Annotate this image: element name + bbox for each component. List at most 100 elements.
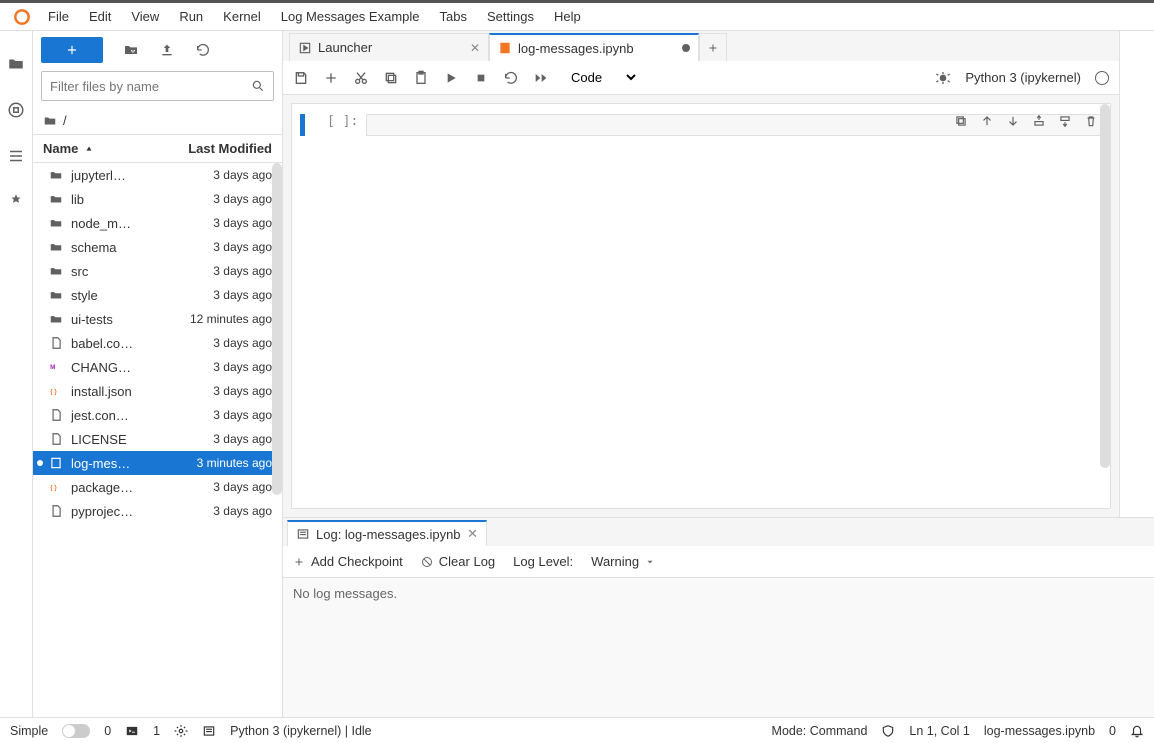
kernels-count[interactable]: 1 [153, 724, 160, 738]
run-icon[interactable] [443, 70, 459, 86]
simple-toggle[interactable] [62, 724, 90, 738]
notification-count[interactable]: 0 [1109, 724, 1116, 738]
menu-run[interactable]: Run [169, 5, 213, 28]
menu-kernel[interactable]: Kernel [213, 5, 271, 28]
toc-icon[interactable] [7, 147, 25, 165]
breadcrumb[interactable]: / [33, 107, 282, 135]
paste-icon[interactable] [413, 70, 429, 86]
close-icon[interactable]: ✕ [470, 41, 480, 55]
file-row[interactable]: LICENSE3 days ago [33, 427, 282, 451]
add-tab-button[interactable] [699, 33, 727, 61]
insert-below-icon[interactable] [1058, 114, 1072, 128]
file-list-header: Name Last Modified [33, 135, 282, 163]
file-row[interactable]: MCHANG…3 days ago [33, 355, 282, 379]
bell-icon[interactable] [1130, 724, 1144, 738]
column-name-label[interactable]: Name [43, 141, 78, 156]
insert-above-icon[interactable] [1032, 114, 1046, 128]
tab-launcher[interactable]: Launcher ✕ [289, 33, 489, 61]
duplicate-icon[interactable] [954, 114, 968, 128]
file-modified: 3 days ago [162, 432, 272, 446]
list-icon [296, 527, 310, 541]
notebook-toolbar: Code Python 3 (ipykernel) [283, 61, 1119, 95]
file-name: jupyterl… [71, 168, 162, 183]
copy-icon[interactable] [383, 70, 399, 86]
terminal-icon[interactable] [125, 724, 139, 738]
file-row[interactable]: { }package…3 days ago [33, 475, 282, 499]
running-dot-icon [37, 316, 43, 322]
delete-icon[interactable] [1084, 114, 1098, 128]
file-browser: / Name Last Modified jupyterl…3 days ago… [33, 31, 283, 717]
refresh-icon[interactable] [195, 42, 211, 58]
file-row[interactable]: pyprojec…3 days ago [33, 499, 282, 523]
move-up-icon[interactable] [980, 114, 994, 128]
upload-icon[interactable] [159, 42, 175, 58]
file-modified: 3 days ago [162, 480, 272, 494]
column-modified-label[interactable]: Last Modified [152, 141, 272, 156]
file-row[interactable]: schema3 days ago [33, 235, 282, 259]
file-name: schema [71, 240, 162, 255]
move-down-icon[interactable] [1006, 114, 1020, 128]
log-tab[interactable]: Log: log-messages.ipynb ✕ [287, 520, 487, 546]
file-row[interactable]: { }install.json3 days ago [33, 379, 282, 403]
menu-file[interactable]: File [38, 5, 79, 28]
running-dot-icon [37, 196, 43, 202]
mode-label[interactable]: Mode: Command [772, 724, 868, 738]
running-dot-icon [37, 268, 43, 274]
notebook-body: [ ]: [291, 103, 1111, 509]
file-row[interactable]: src3 days ago [33, 259, 282, 283]
file-row[interactable]: style3 days ago [33, 283, 282, 307]
scrollbar[interactable] [1100, 104, 1110, 468]
file-modified: 3 days ago [162, 360, 272, 374]
kernel-status[interactable]: Python 3 (ipykernel) | Idle [230, 724, 372, 738]
fast-forward-icon[interactable] [533, 70, 549, 86]
clear-log-button[interactable]: Clear Log [421, 554, 495, 569]
add-checkpoint-button[interactable]: Add Checkpoint [293, 554, 403, 569]
file-modified: 12 minutes ago [162, 312, 272, 326]
restart-icon[interactable] [503, 70, 519, 86]
new-folder-icon[interactable] [123, 42, 139, 58]
scrollbar[interactable] [272, 163, 282, 495]
cut-icon[interactable] [353, 70, 369, 86]
file-row[interactable]: babel.co…3 days ago [33, 331, 282, 355]
file-modified: 3 days ago [162, 192, 272, 206]
file-row[interactable]: node_m…3 days ago [33, 211, 282, 235]
close-icon[interactable]: ✕ [467, 526, 478, 542]
stop-icon[interactable] [473, 70, 489, 86]
extensions-icon[interactable] [7, 193, 25, 211]
save-icon[interactable] [293, 70, 309, 86]
sort-asc-icon[interactable] [84, 144, 94, 154]
file-row[interactable]: jest.con…3 days ago [33, 403, 282, 427]
bug-icon[interactable] [935, 70, 951, 86]
trust-icon[interactable] [881, 724, 895, 738]
menu-settings[interactable]: Settings [477, 5, 544, 28]
terminals-count[interactable]: 0 [104, 724, 111, 738]
menu-tabs[interactable]: Tabs [430, 5, 477, 28]
folder-icon[interactable] [7, 55, 25, 73]
file-row[interactable]: log-mes…3 minutes ago [33, 451, 282, 475]
tab-notebook[interactable]: log-messages.ipynb [489, 33, 699, 61]
file-row[interactable]: ui-tests12 minutes ago [33, 307, 282, 331]
log-level-select[interactable]: Warning [591, 554, 655, 569]
add-cell-icon[interactable] [323, 70, 339, 86]
file-name: CHANG… [71, 360, 162, 375]
filter-input[interactable] [50, 79, 251, 94]
menu-view[interactable]: View [121, 5, 169, 28]
list-icon[interactable] [202, 724, 216, 738]
menu-log-messages-example[interactable]: Log Messages Example [271, 5, 430, 28]
menu-help[interactable]: Help [544, 5, 591, 28]
log-empty-message: No log messages. [293, 586, 397, 601]
running-icon[interactable] [7, 101, 25, 119]
file-modified: 3 days ago [162, 240, 272, 254]
cursor-position[interactable]: Ln 1, Col 1 [909, 724, 969, 738]
settings-icon[interactable] [174, 724, 188, 738]
kernel-status-icon[interactable] [1095, 71, 1109, 85]
file-modified: 3 days ago [162, 336, 272, 350]
file-row[interactable]: lib3 days ago [33, 187, 282, 211]
kernel-name[interactable]: Python 3 (ipykernel) [965, 70, 1081, 85]
file-filter[interactable] [41, 71, 274, 101]
menu-edit[interactable]: Edit [79, 5, 121, 28]
new-launcher-button[interactable] [41, 37, 103, 63]
file-name[interactable]: log-messages.ipynb [984, 724, 1095, 738]
cell-type-select[interactable]: Code [563, 67, 639, 88]
file-row[interactable]: jupyterl…3 days ago [33, 163, 282, 187]
